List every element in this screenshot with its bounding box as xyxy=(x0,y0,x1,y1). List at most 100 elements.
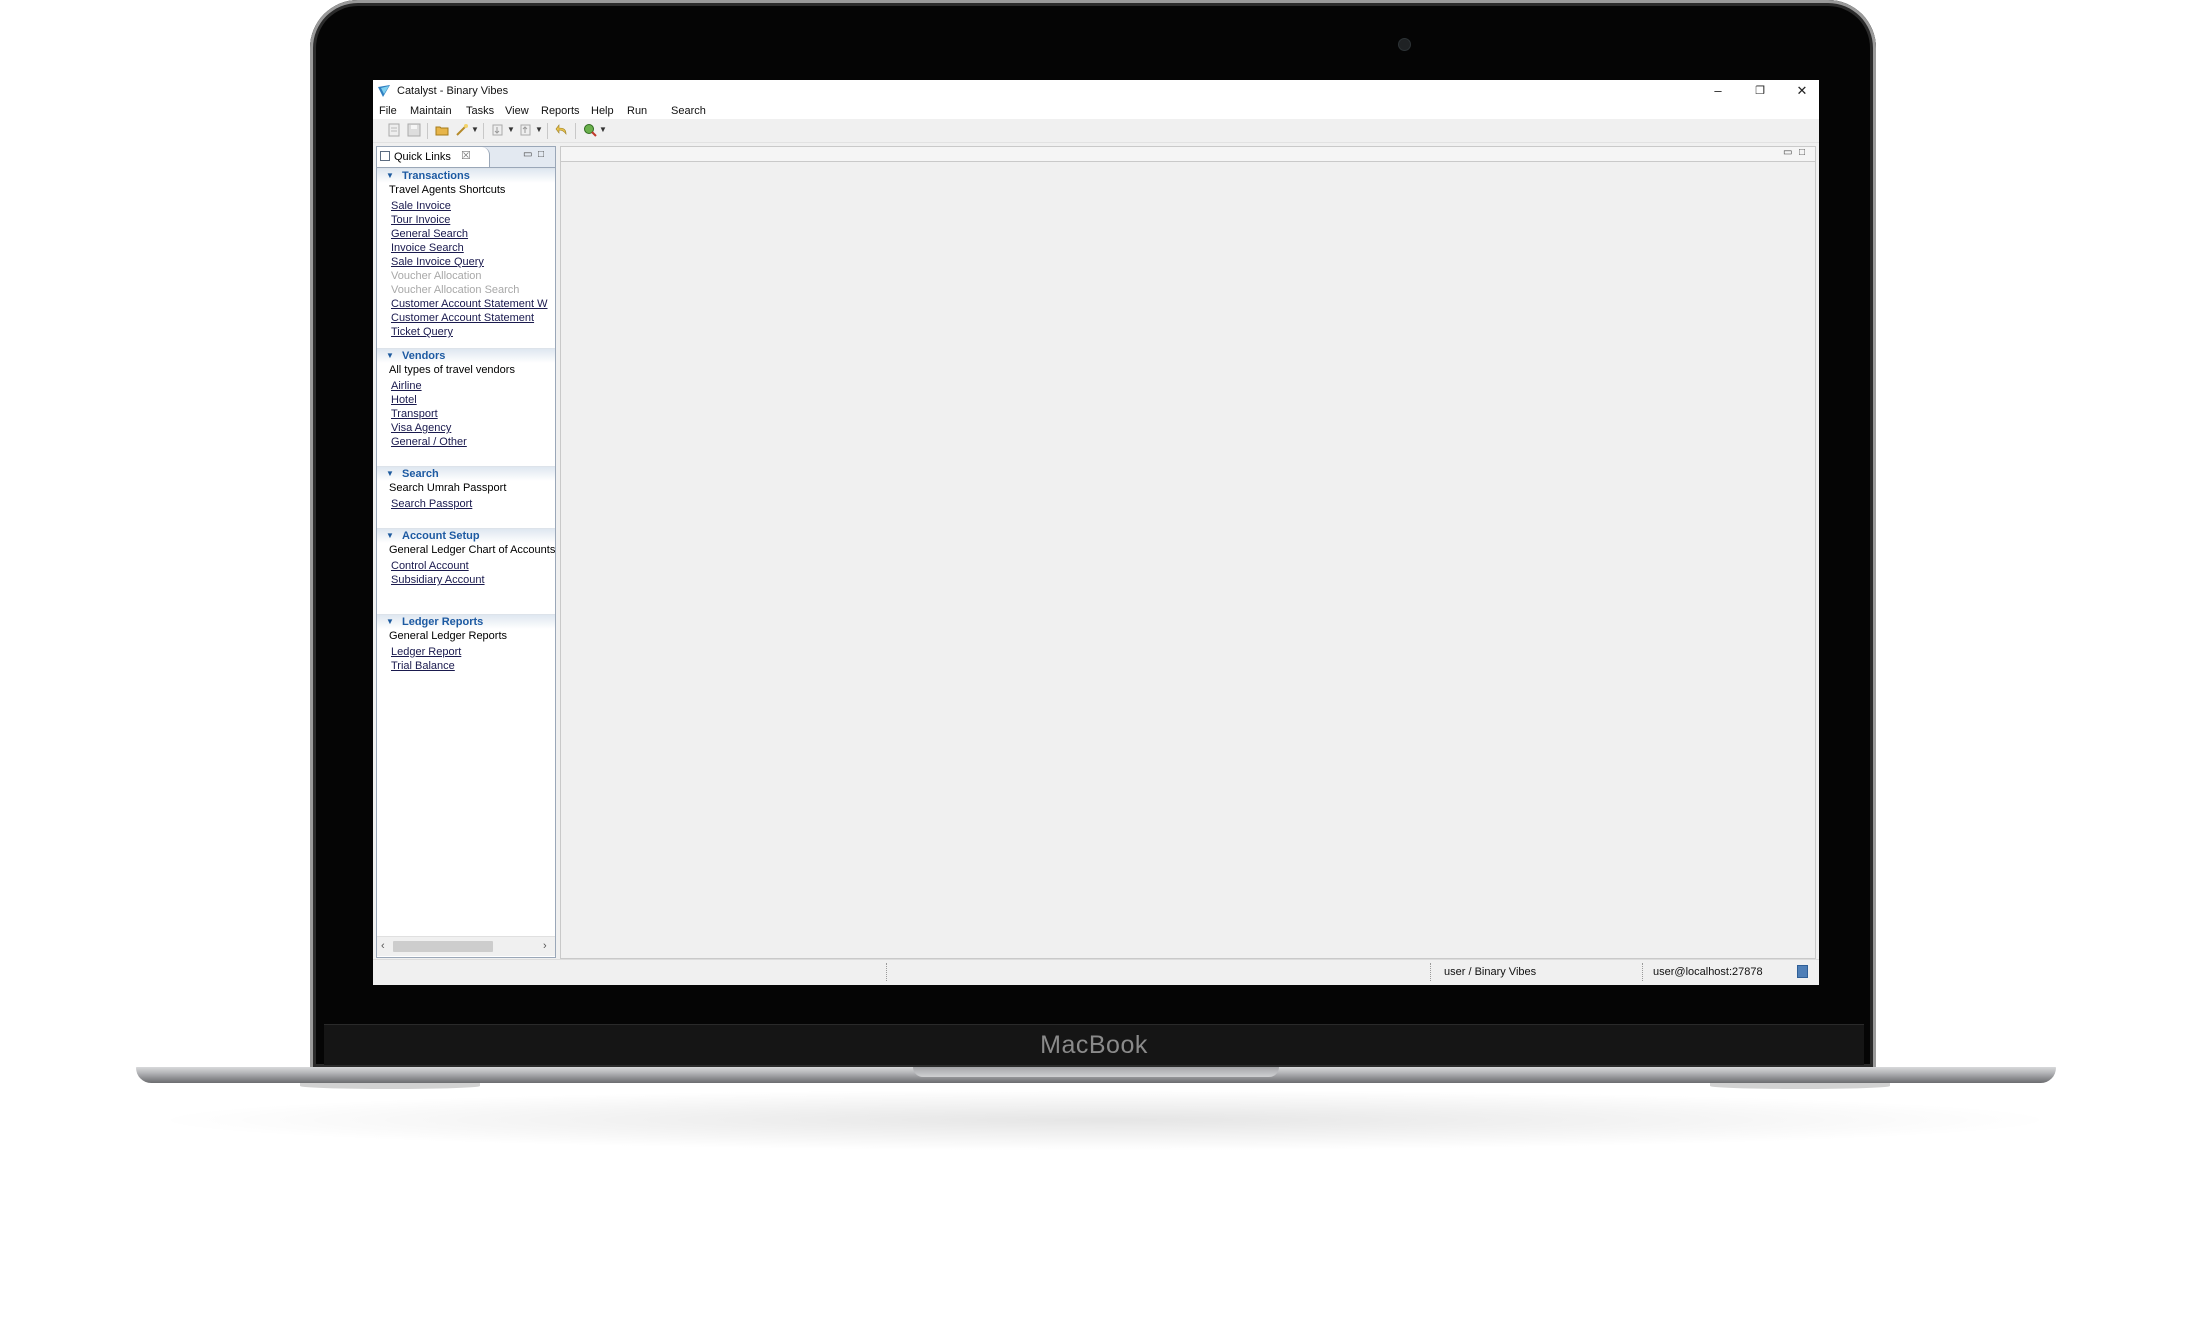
quick-links-body: ▼ Transactions Travel Agents Shortcuts S… xyxy=(377,168,555,936)
link-tour-invoice[interactable]: Tour Invoice xyxy=(391,214,450,226)
laptop-chin: MacBook xyxy=(324,1024,1864,1065)
restore-button[interactable]: ❐ xyxy=(1739,80,1781,102)
link-voucher-allocation-search: Voucher Allocation Search xyxy=(391,284,520,296)
close-button[interactable]: ✕ xyxy=(1781,80,1819,102)
webcam xyxy=(1398,38,1411,51)
link-airline[interactable]: Airline xyxy=(391,380,422,392)
wand-icon[interactable] xyxy=(455,123,469,137)
section-header[interactable]: ▼ Account Setup xyxy=(377,528,555,543)
quick-links-panel: Quick Links ☒ ▭ □ ▼ Transactions Travel … xyxy=(376,146,556,958)
link-visa-agency[interactable]: Visa Agency xyxy=(391,422,451,434)
laptop-shadow xyxy=(170,1090,2040,1150)
laptop-foot xyxy=(1710,1083,1890,1089)
maximize-view-icon[interactable]: □ xyxy=(538,149,544,160)
chevron-down-icon[interactable]: ▼ xyxy=(535,125,543,134)
run-search-icon[interactable] xyxy=(583,123,597,137)
link-general-other[interactable]: General / Other xyxy=(391,436,467,448)
toolbar-separator xyxy=(547,123,548,139)
quick-links-tab-bar: Quick Links ☒ ▭ □ xyxy=(377,147,555,168)
section-search: ▼ Search Search Umrah Passport Search Pa… xyxy=(377,466,555,510)
laptop-foot xyxy=(300,1083,480,1089)
link-control-account[interactable]: Control Account xyxy=(391,560,469,572)
status-separator xyxy=(1642,963,1644,981)
undo-icon[interactable] xyxy=(555,123,569,137)
link-customer-account-statement[interactable]: Customer Account Statement xyxy=(391,312,534,324)
title-bar: Catalyst - Binary Vibes – ❐ ✕ xyxy=(373,80,1819,102)
new-icon[interactable] xyxy=(387,123,401,137)
section-description: Search Umrah Passport xyxy=(389,482,507,494)
chevron-down-icon[interactable]: ▼ xyxy=(599,125,607,134)
save-icon[interactable] xyxy=(407,123,421,137)
section-header[interactable]: ▼ Search xyxy=(377,466,555,481)
menu-search[interactable]: Search xyxy=(671,105,706,117)
link-subsidiary-account[interactable]: Subsidiary Account xyxy=(391,574,485,586)
window-title: Catalyst - Binary Vibes xyxy=(397,85,509,97)
section-transactions: ▼ Transactions Travel Agents Shortcuts S… xyxy=(377,168,555,338)
tab-quick-links[interactable]: Quick Links ☒ xyxy=(377,147,490,167)
link-customer-account-statement-w[interactable]: Customer Account Statement W xyxy=(391,298,548,310)
import-icon[interactable] xyxy=(491,123,505,137)
link-invoice-search[interactable]: Invoice Search xyxy=(391,242,464,254)
open-folder-icon[interactable] xyxy=(435,123,449,137)
section-title[interactable]: Account Setup xyxy=(402,530,480,542)
menu-maintain[interactable]: Maintain xyxy=(410,105,452,117)
section-vendors: ▼ Vendors All types of travel vendors Ai… xyxy=(377,348,555,448)
maximize-editor-icon[interactable]: □ xyxy=(1799,147,1805,158)
connection-status-icon[interactable] xyxy=(1797,965,1808,978)
menu-bar: File Maintain Tasks View Reports Help Ru… xyxy=(373,102,1819,119)
minimize-button[interactable]: – xyxy=(1697,80,1739,102)
collapse-arrow-icon[interactable]: ▼ xyxy=(386,171,394,180)
menu-run[interactable]: Run xyxy=(627,105,647,117)
menu-view[interactable]: View xyxy=(505,105,529,117)
app-window: Catalyst - Binary Vibes – ❐ ✕ File Maint… xyxy=(373,80,1819,985)
status-separator xyxy=(886,963,888,981)
section-title[interactable]: Transactions xyxy=(402,170,470,182)
menu-file[interactable]: File xyxy=(379,105,397,117)
section-title[interactable]: Search xyxy=(402,468,439,480)
link-hotel[interactable]: Hotel xyxy=(391,394,417,406)
link-transport[interactable]: Transport xyxy=(391,408,438,420)
menu-tasks[interactable]: Tasks xyxy=(466,105,494,117)
section-description: Travel Agents Shortcuts xyxy=(389,184,506,196)
link-sale-invoice-query[interactable]: Sale Invoice Query xyxy=(391,256,484,268)
link-trial-balance[interactable]: Trial Balance xyxy=(391,660,455,672)
close-tab-icon[interactable]: ☒ xyxy=(461,149,471,162)
collapse-arrow-icon[interactable]: ▼ xyxy=(386,617,394,626)
main-toolbar: ▼ ▼ ▼ ▼ xyxy=(373,119,1819,143)
brand-label: MacBook xyxy=(1040,1031,1148,1059)
link-ledger-report[interactable]: Ledger Report xyxy=(391,646,461,658)
link-sale-invoice[interactable]: Sale Invoice xyxy=(391,200,451,212)
toolbar-separator xyxy=(427,123,428,139)
catalyst-app-icon xyxy=(378,85,390,97)
link-ticket-query[interactable]: Ticket Query xyxy=(391,326,453,338)
section-description: General Ledger Reports xyxy=(389,630,508,642)
menu-reports[interactable]: Reports xyxy=(541,105,580,117)
chevron-down-icon[interactable]: ▼ xyxy=(507,125,515,134)
section-header[interactable]: ▼ Vendors xyxy=(377,348,555,363)
collapse-arrow-icon[interactable]: ▼ xyxy=(386,531,394,540)
horizontal-scrollbar[interactable]: ‹ › xyxy=(377,936,555,956)
toolbar-separator xyxy=(483,123,484,139)
chevron-down-icon[interactable]: ▼ xyxy=(471,125,479,134)
section-description: General Ledger Chart of Accounts xyxy=(389,544,555,556)
minimize-view-icon[interactable]: ▭ xyxy=(523,149,532,160)
section-account-setup: ▼ Account Setup General Ledger Chart of … xyxy=(377,528,555,586)
link-search-passport[interactable]: Search Passport xyxy=(391,498,472,510)
section-title[interactable]: Ledger Reports xyxy=(402,616,483,628)
scroll-right-icon[interactable]: › xyxy=(543,940,547,952)
section-header[interactable]: ▼ Transactions xyxy=(377,168,555,183)
laptop-base xyxy=(136,1067,2056,1083)
menu-help[interactable]: Help xyxy=(591,105,614,117)
view-icon xyxy=(380,151,390,161)
minimize-editor-icon[interactable]: ▭ xyxy=(1783,147,1792,158)
section-header[interactable]: ▼ Ledger Reports xyxy=(377,614,555,629)
editor-header: ▭ □ xyxy=(561,147,1815,162)
link-general-search[interactable]: General Search xyxy=(391,228,468,240)
status-separator xyxy=(1430,963,1432,981)
scrollbar-thumb[interactable] xyxy=(393,941,493,952)
collapse-arrow-icon[interactable]: ▼ xyxy=(386,351,394,360)
collapse-arrow-icon[interactable]: ▼ xyxy=(386,469,394,478)
scroll-left-icon[interactable]: ‹ xyxy=(381,940,385,952)
section-title[interactable]: Vendors xyxy=(402,350,445,362)
export-icon[interactable] xyxy=(519,123,533,137)
